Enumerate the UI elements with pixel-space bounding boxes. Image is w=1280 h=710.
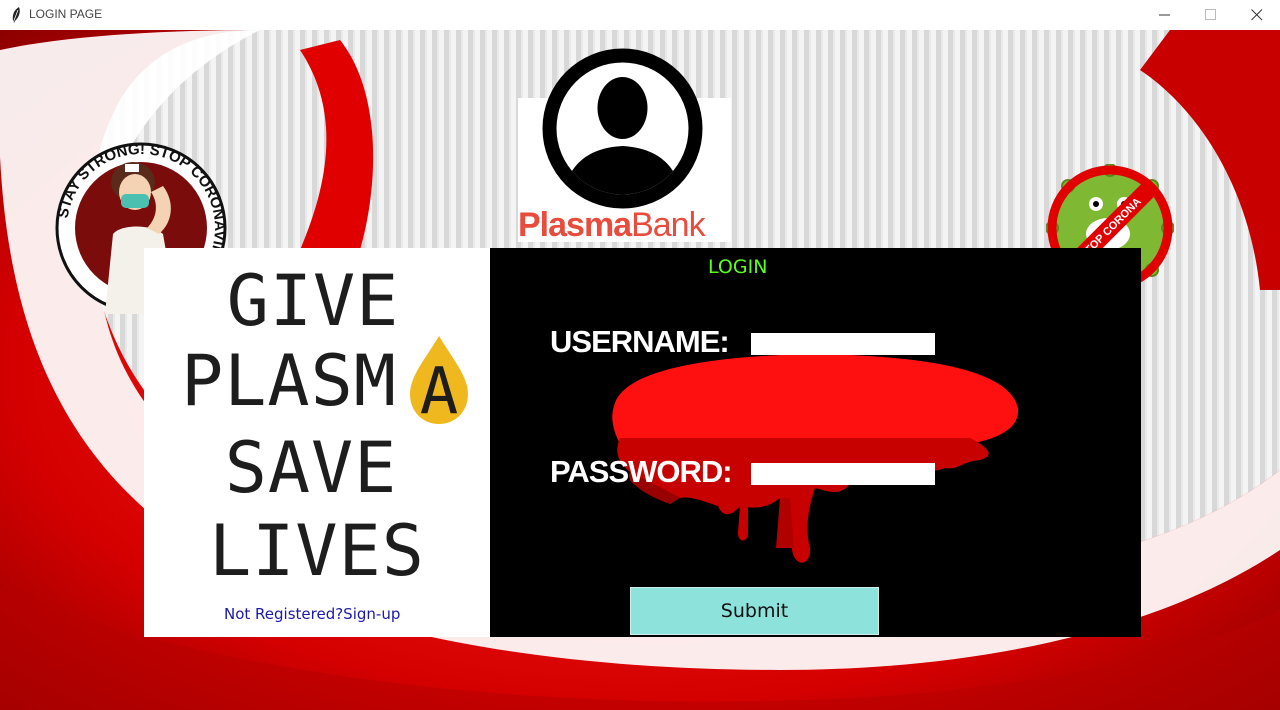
blood-splash-art — [612, 354, 1019, 563]
close-button[interactable] — [1234, 0, 1280, 30]
username-input[interactable] — [751, 333, 935, 355]
window-titlebar: LOGIN PAGE — [0, 0, 1280, 31]
blood-drop-icon: A — [410, 336, 468, 426]
login-title: LOGIN — [708, 256, 768, 278]
password-label: PASSWORD: — [550, 454, 733, 489]
window-title: LOGIN PAGE — [29, 7, 103, 21]
plasmabank-logo: PlasmaBank — [518, 46, 731, 244]
maximize-button[interactable] — [1188, 0, 1234, 30]
poster-line-save: SAVE — [224, 427, 398, 509]
feather-icon — [12, 7, 20, 24]
password-input[interactable] — [751, 463, 935, 485]
maximize-icon — [1205, 9, 1216, 20]
user-silhouette-icon — [542, 48, 703, 209]
signup-link[interactable]: Not Registered?Sign-up — [224, 605, 400, 623]
username-label: USERNAME: — [550, 324, 730, 359]
poster-line-give: GIVE — [226, 260, 400, 342]
svg-text:A: A — [420, 355, 459, 426]
logo-wordmark: PlasmaBank — [518, 206, 706, 244]
minimize-button[interactable] — [1142, 0, 1188, 30]
poster-line-lives: LIVES — [209, 510, 425, 592]
give-plasma-poster: GIVE PLASM A SAVE LIVES Not Registered?S… — [144, 248, 490, 637]
login-panel: LOGIN USERNAME: PASSWORD: Submit — [490, 248, 1141, 637]
minimize-icon — [1159, 14, 1170, 16]
submit-button[interactable]: Submit — [630, 587, 879, 635]
close-icon — [1251, 9, 1263, 21]
